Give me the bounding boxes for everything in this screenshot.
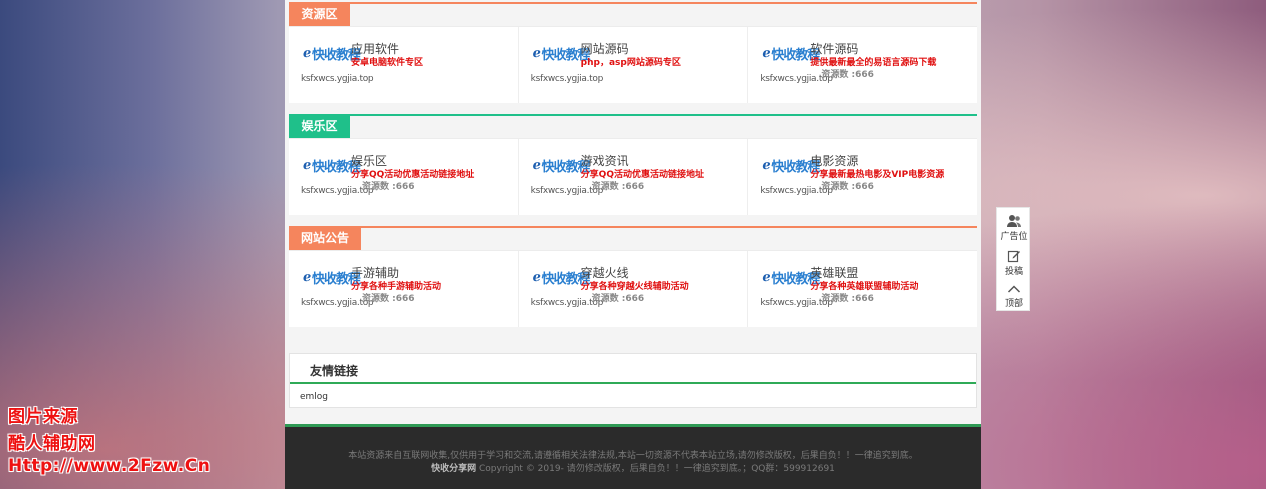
section-tab-resources[interactable]: 资源区 (289, 3, 350, 26)
watermark-line-1: 图片来源 (8, 407, 78, 427)
footer-copyright-text: Copyright © 2019- 请勿修改版权，后果自负！！一律追究到底。；Q… (478, 464, 835, 474)
ad-space-button[interactable]: 广告位 (997, 210, 1031, 244)
ad-space-label: 广告位 (1000, 232, 1028, 242)
logo-mark-icon: ℯ (303, 46, 312, 61)
submit-label: 投稿 (1004, 267, 1023, 277)
category-logo: ℯ 快收教程 ksfxwcs.ygjia.top (301, 156, 374, 202)
logo-url: ksfxwcs.ygjia.top (301, 74, 374, 84)
category-count: 资源数 :666 (821, 70, 874, 80)
category-logo: ℯ 快收教程 ksfxwcs.ygjia.top (760, 44, 833, 90)
section-cells: ℯ 快收教程 ksfxwcs.ygjia.top 应用软件 安卓电脑软件专区 ℯ 快收… (289, 26, 977, 103)
section-tab-entertainment[interactable]: 娱乐区 (289, 115, 350, 138)
category-desc: php，asp网站源码专区 (580, 58, 681, 68)
logo-mark-icon: ℯ (532, 158, 541, 173)
back-to-top-label: 顶部 (1004, 299, 1023, 309)
section-divider (289, 226, 977, 228)
section-entertainment: 娱乐区 ℯ 快收教程 ksfxwcs.ygjia.top 娱乐区 分享QQ活动优惠活… (289, 112, 977, 215)
section-header: 网站公告 (289, 224, 977, 250)
category-card-mobile-game-aid[interactable]: ℯ 快收教程 ksfxwcs.ygjia.top 手游辅助 分享各种手游辅助活动 资… (289, 251, 519, 327)
category-logo: ℯ 快收教程 ksfxwcs.ygjia.top (301, 44, 374, 90)
category-card-game-news[interactable]: ℯ 快收教程 ksfxwcs.ygjia.top 游戏资讯 分享QQ活动优惠活动链接… (519, 139, 749, 215)
logo-mark-icon: ℯ (303, 270, 312, 285)
category-count: 资源数 :666 (362, 182, 415, 192)
friend-link-emlog[interactable]: emlog (300, 392, 328, 402)
section-header: 资源区 (289, 0, 977, 26)
category-logo: ℯ 快收教程 ksfxwcs.ygjia.top (531, 44, 604, 90)
logo-mark-icon: ℯ (762, 46, 771, 61)
section-tab-announcements[interactable]: 网站公告 (289, 227, 361, 250)
watermark-line-2: 酷人辅助网 (8, 434, 96, 454)
section-divider (289, 114, 977, 116)
category-card-site-source[interactable]: ℯ 快收教程 ksfxwcs.ygjia.top 网站源码 php，asp网站源码专… (519, 27, 749, 103)
section-divider (289, 2, 977, 4)
watermark-line-3: Http://www.2Fzw.Cn (8, 456, 211, 476)
submit-button[interactable]: 投稿 (997, 245, 1031, 279)
back-to-top-button[interactable]: 顶部 (997, 279, 1031, 313)
category-card-apps[interactable]: ℯ 快收教程 ksfxwcs.ygjia.top 应用软件 安卓电脑软件专区 (289, 27, 519, 103)
category-card-movies[interactable]: ℯ 快收教程 ksfxwcs.ygjia.top 电影资源 分享最新最热电影及VIP… (748, 139, 977, 215)
category-logo: ℯ 快收教程 ksfxwcs.ygjia.top (760, 268, 833, 314)
footer-copyright: 快收分享网 Copyright © 2019- 请勿修改版权，后果自负！！一律追… (285, 461, 981, 474)
category-count: 资源数 :666 (821, 182, 874, 192)
logo-url: ksfxwcs.ygjia.top (530, 74, 604, 84)
category-count: 资源数 :666 (591, 182, 645, 192)
category-logo: ℯ 快收教程 ksfxwcs.ygjia.top (760, 156, 833, 202)
users-icon (1007, 215, 1021, 227)
friend-links-title: 友情链接 (310, 364, 359, 378)
category-card-crossfire[interactable]: ℯ 快收教程 ksfxwcs.ygjia.top 穿越火线 分享各种穿越火线辅助活动… (519, 251, 749, 327)
logo-mark-icon: ℯ (532, 46, 541, 61)
section-cells: ℯ 快收教程 ksfxwcs.ygjia.top 娱乐区 分享QQ活动优惠活动链接地… (289, 138, 977, 215)
category-count: 资源数 :666 (591, 294, 645, 304)
friend-links-panel: 友情链接 emlog (289, 353, 977, 408)
category-count: 资源数 :666 (362, 294, 415, 304)
category-logo: ℯ 快收教程 ksfxwcs.ygjia.top (531, 268, 604, 314)
logo-mark-icon: ℯ (762, 158, 771, 173)
logo-mark-icon: ℯ (303, 158, 312, 173)
footer-disclaimer: 本站资源来自互联网收集,仅供用于学习和交流,请遵循相关法律法规,本站一切资源不代… (348, 451, 918, 461)
category-card-lol[interactable]: ℯ 快收教程 ksfxwcs.ygjia.top 英雄联盟 分享各种英雄联盟辅助活动… (748, 251, 977, 327)
section-resources: 资源区 ℯ 快收教程 ksfxwcs.ygjia.top 应用软件 安卓电脑软件专区… (289, 0, 977, 103)
section-cells: ℯ 快收教程 ksfxwcs.ygjia.top 手游辅助 分享各种手游辅助活动 资… (289, 250, 977, 327)
footer-site-name[interactable]: 快收分享网 (431, 464, 476, 474)
site-footer: 本站资源来自互联网收集,仅供用于学习和交流,请遵循相关法律法规,本站一切资源不代… (285, 424, 981, 489)
category-desc: 安卓电脑软件专区 (351, 58, 424, 68)
category-card-software-source[interactable]: ℯ 快收教程 ksfxwcs.ygjia.top 软件源码 提供最新最全的易语言源码… (748, 27, 977, 103)
category-count: 资源数 :666 (821, 294, 874, 304)
category-logo: ℯ 快收教程 ksfxwcs.ygjia.top (301, 268, 374, 314)
category-logo: ℯ 快收教程 ksfxwcs.ygjia.top (531, 156, 604, 202)
main-content: 资源区 ℯ 快收教程 ksfxwcs.ygjia.top 应用软件 安卓电脑软件专区… (285, 0, 981, 489)
section-header: 娱乐区 (289, 112, 977, 138)
category-card-entertainment[interactable]: ℯ 快收教程 ksfxwcs.ygjia.top 娱乐区 分享QQ活动优惠活动链接地… (289, 139, 519, 215)
friend-links-divider (290, 382, 976, 384)
logo-mark-icon: ℯ (532, 270, 541, 285)
chevron-up-icon (1007, 285, 1021, 293)
floating-toolbar: 广告位 投稿 顶部 (996, 207, 1030, 311)
logo-mark-icon: ℯ (762, 270, 771, 285)
section-announcements: 网站公告 ℯ 快收教程 ksfxwcs.ygjia.top 手游辅助 分享各种手游辅… (289, 224, 977, 327)
edit-icon (1007, 250, 1020, 263)
